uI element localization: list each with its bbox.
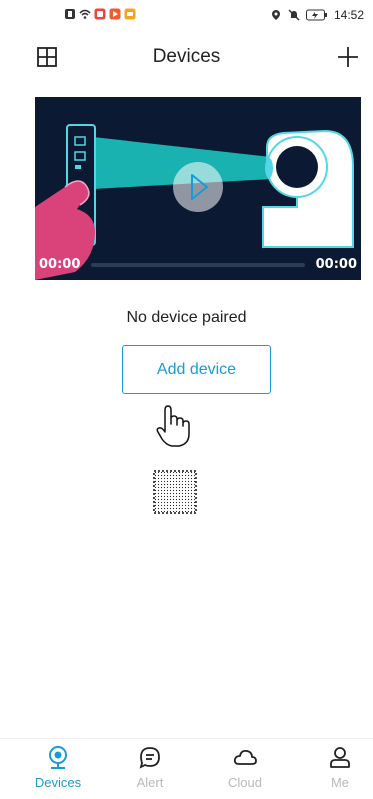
video-duration: 00:00 bbox=[315, 257, 357, 272]
play-notification-icon bbox=[109, 8, 121, 20]
tab-cloud[interactable]: Cloud bbox=[210, 745, 280, 790]
sim-icon bbox=[65, 9, 75, 19]
video-progress-bar[interactable] bbox=[91, 263, 305, 267]
bottom-navigation: Devices Alert Cloud Me bbox=[0, 738, 373, 799]
message-icon bbox=[139, 747, 160, 769]
empty-state-message: No device paired bbox=[126, 309, 247, 326]
status-bar: 14:52 bbox=[0, 0, 373, 32]
pointing-hand-icon bbox=[156, 405, 190, 447]
person-icon bbox=[330, 747, 350, 768]
add-device-button[interactable]: Add device bbox=[122, 345, 271, 394]
tutorial-video[interactable]: 00:00 00:00 bbox=[35, 97, 361, 280]
notification-icons bbox=[64, 8, 136, 20]
app-header: Devices bbox=[0, 36, 373, 76]
clock: 14:52 bbox=[333, 8, 364, 22]
location-icon bbox=[271, 10, 280, 20]
page-title: Devices bbox=[152, 46, 221, 67]
tab-label-alert: Alert bbox=[136, 775, 164, 790]
camera-icon bbox=[49, 746, 67, 769]
cloud-icon bbox=[233, 749, 257, 765]
add-icon[interactable] bbox=[336, 45, 360, 69]
video-current-time: 00:00 bbox=[39, 257, 81, 272]
loading-placeholder-icon bbox=[153, 470, 197, 514]
mute-icon bbox=[288, 9, 300, 21]
system-status: 14:52 bbox=[270, 8, 364, 22]
tab-label-cloud: Cloud bbox=[228, 775, 262, 790]
mail-notification-icon bbox=[124, 8, 136, 20]
pairing-illustration bbox=[35, 124, 354, 280]
app-notification-icon bbox=[94, 8, 106, 20]
battery-icon bbox=[305, 9, 327, 21]
wifi-icon bbox=[79, 9, 91, 19]
tab-label-me: Me bbox=[330, 775, 350, 790]
tab-devices[interactable]: Devices bbox=[23, 745, 93, 790]
tab-me[interactable]: Me bbox=[305, 745, 373, 790]
tab-alert[interactable]: Alert bbox=[115, 745, 185, 790]
tab-label-devices: Devices bbox=[34, 775, 82, 790]
